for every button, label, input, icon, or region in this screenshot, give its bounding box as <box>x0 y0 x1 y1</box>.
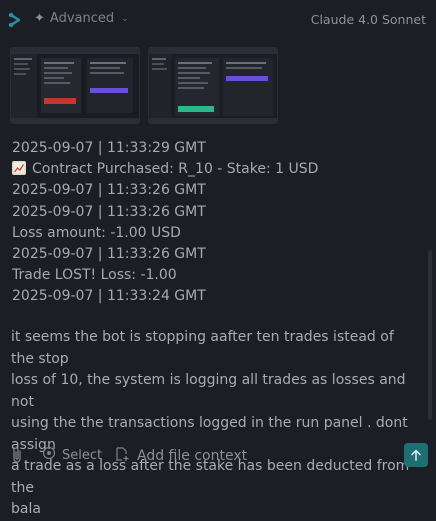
log-line: 2025-09-07 | 11:33:26 GMT <box>12 180 422 201</box>
chart-increasing-emoji-icon <box>12 161 26 176</box>
arrow-up-icon <box>410 446 422 465</box>
attachment-thumbnail[interactable] <box>10 47 140 124</box>
add-file-icon <box>114 446 130 466</box>
log-line: 2025-09-07 | 11:33:24 GMT <box>12 286 422 307</box>
app-logo-icon[interactable] <box>8 12 22 28</box>
select-label: Select <box>62 447 103 463</box>
message-line: it seems the bot is stopping aafter ten … <box>11 329 394 367</box>
send-button[interactable] <box>404 443 428 467</box>
message-line: bala <box>11 501 41 517</box>
log-line: Loss amount: -1.00 USD <box>12 223 422 244</box>
log-line-text: Contract Purchased: R_10 - Stake: 1 USD <box>32 161 319 178</box>
log-line-text: Loss amount: -1.00 USD <box>12 224 181 241</box>
scrollbar[interactable] <box>428 250 432 420</box>
message-line: loss of 10, the system is logging all tr… <box>11 372 406 410</box>
log-line-text: Trade LOST! Loss: -1.00 <box>12 267 177 284</box>
log-line-text: 2025-09-07 | 11:33:26 GMT <box>12 203 206 220</box>
paperclip-icon[interactable] <box>10 446 24 464</box>
attachment-thumbnail[interactable] <box>148 47 278 124</box>
target-icon <box>42 446 56 464</box>
model-selector[interactable]: Claude 4.0 Sonnet <box>311 12 426 27</box>
log-line: Trade LOST! Loss: -1.00 <box>12 265 422 286</box>
top-bar: ✦ Advanced ⌄ Claude 4.0 Sonnet <box>0 0 436 40</box>
select-button[interactable]: Select <box>42 446 102 464</box>
mode-dropdown[interactable]: ✦ Advanced ⌄ <box>34 11 129 26</box>
log-line-text: 2025-09-07 | 11:33:26 GMT <box>12 245 206 262</box>
chevron-down-icon: ⌄ <box>121 13 129 24</box>
log-line: 2025-09-07 | 11:33:29 GMT <box>12 138 422 159</box>
sparkle-icon: ✦ <box>34 11 45 26</box>
log-line-text: 2025-09-07 | 11:33:26 GMT <box>12 182 206 199</box>
log-line: 2025-09-07 | 11:33:26 GMT <box>12 202 422 223</box>
log-line: 2025-09-07 | 11:33:26 GMT <box>12 244 422 265</box>
log-line-text: 2025-09-07 | 11:33:24 GMT <box>12 288 206 305</box>
log-line-text: 2025-09-07 | 11:33:29 GMT <box>12 140 206 156</box>
prompt-input-text[interactable]: it seems the bot is stopping aafter ten … <box>11 327 413 521</box>
input-toolbar: Select Add file context <box>0 440 436 470</box>
log-line: Contract Purchased: R_10 - Stake: 1 USD <box>12 159 422 180</box>
add-file-context-label: Add file context <box>137 448 248 464</box>
add-file-context-button[interactable]: Add file context <box>114 446 247 466</box>
mode-label: Advanced <box>49 11 115 26</box>
pasted-log: 2025-09-07 | 11:33:29 GMT Contract Purch… <box>12 138 422 308</box>
